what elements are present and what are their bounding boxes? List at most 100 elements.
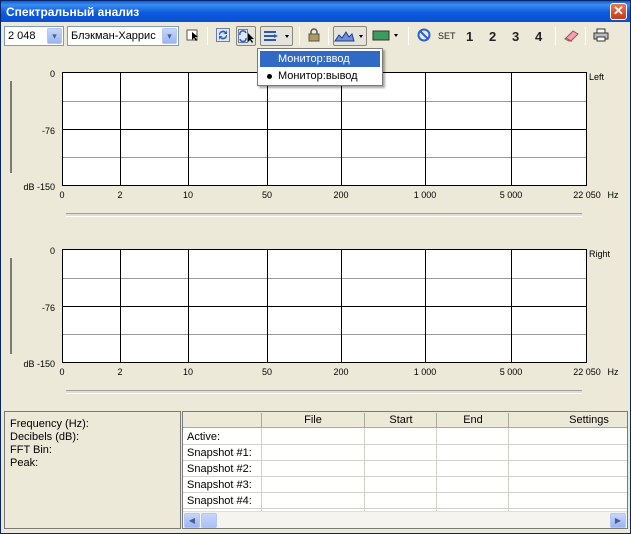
grid-line	[425, 73, 426, 185]
print-button[interactable]	[591, 26, 611, 46]
column-header-file[interactable]: File	[262, 414, 364, 426]
lock-button[interactable]	[304, 26, 324, 46]
grid-line	[267, 73, 268, 185]
monitor-mode-button[interactable]	[236, 26, 256, 46]
x-tick-label: 200	[333, 367, 349, 377]
scroll-thumb[interactable]	[201, 513, 217, 528]
grid-line	[63, 101, 586, 102]
grid-line	[267, 250, 268, 362]
row-label: Active:	[187, 431, 221, 443]
table-row[interactable]: Snapshot #3:	[183, 477, 627, 493]
spectrum-plot[interactable]	[62, 72, 587, 186]
monitor-dropdown-icon	[263, 31, 289, 41]
eraser-button[interactable]	[562, 26, 582, 46]
channel-label: Right	[589, 249, 611, 259]
column-header-end[interactable]: End	[437, 414, 509, 426]
row-label: Snapshot #3:	[187, 479, 252, 491]
snapshot-2-button[interactable]: 2	[489, 29, 496, 44]
column-header-start[interactable]: Start	[365, 414, 437, 426]
fft-size-select[interactable]: 2 048 ▾	[4, 26, 64, 46]
table-row[interactable]: Snapshot #4:	[183, 493, 627, 509]
grid-line	[63, 306, 586, 307]
monitor-source-dropdown[interactable]	[260, 26, 293, 46]
x-tick-label: 50	[261, 190, 273, 200]
x-tick-label: 2	[117, 190, 123, 200]
lock-icon	[308, 28, 320, 42]
horizontal-scrollbar[interactable]: ◀ ▶	[183, 511, 627, 528]
menu-item-monitor-input[interactable]: Монитор:ввод	[260, 51, 380, 67]
y-tick-label: -76	[41, 126, 55, 136]
toolbar-separator	[207, 27, 208, 45]
y-tick-label: 0	[49, 69, 55, 79]
refresh-button[interactable]	[213, 26, 233, 46]
chevron-down-icon[interactable]: ▾	[162, 28, 177, 44]
x-tick-label: 5 000	[499, 190, 523, 200]
select-arrow-button[interactable]	[183, 26, 203, 46]
monitor-source-menu: Монитор:ввод Монитор:вывод	[257, 48, 383, 86]
table-row[interactable]: Snapshot #2:	[183, 461, 627, 477]
column-header-settings[interactable]: Settings	[509, 414, 627, 426]
row-label: Snapshot #2:	[187, 463, 252, 475]
snapshot-1-button[interactable]: 1	[466, 29, 473, 44]
frequency-scroll-track[interactable]	[66, 390, 582, 394]
title-bar[interactable]: Спектральный анализ ✕	[1, 1, 630, 22]
x-tick-label: 1 000	[413, 367, 437, 377]
grid-line	[341, 73, 342, 185]
y-tick-label: dB -150	[23, 182, 55, 192]
fft-bin-label: FFT Bin:	[10, 444, 52, 456]
spectrum-plot[interactable]	[62, 249, 587, 363]
menu-item-label: Монитор:вывод	[278, 70, 358, 82]
grid-line	[63, 129, 586, 130]
spectrum-view-icon	[334, 31, 363, 42]
toolbar-separator	[585, 27, 586, 45]
snapshot-table: File Start End Settings Active: Snapshot…	[182, 411, 628, 529]
refresh-icon	[216, 28, 230, 42]
toolbar: 2 048 ▾ Блэкман-Харрис ▾ SET 1 2 3 4	[1, 23, 630, 49]
print-icon	[593, 28, 609, 42]
radio-bullet-icon	[267, 74, 272, 79]
y-tick-label: 0	[49, 246, 55, 256]
toolbar-separator	[328, 27, 329, 45]
set-snapshot-button[interactable]: SET	[438, 31, 456, 41]
row-label: Snapshot #4:	[187, 495, 252, 507]
decibels-label: Decibels (dB):	[10, 431, 80, 443]
x-tick-label: 22 050	[573, 190, 601, 200]
grid-line	[425, 250, 426, 362]
window-function-select[interactable]: Блэкман-Харрис ▾	[67, 26, 179, 46]
grid-line	[63, 334, 586, 335]
chevron-down-icon[interactable]: ▾	[47, 28, 62, 44]
scroll-left-button[interactable]: ◀	[184, 513, 200, 528]
x-tick-label: 1 000	[413, 190, 437, 200]
color-picker-dropdown[interactable]	[371, 26, 403, 46]
grid-line	[511, 250, 512, 362]
x-tick-label: 2	[117, 367, 123, 377]
snapshot-4-button[interactable]: 4	[535, 29, 542, 44]
grid-line	[120, 250, 121, 362]
window-function-value: Блэкман-Харрис	[71, 30, 156, 42]
cursor-info-panel: Frequency (Hz): Decibels (dB): FFT Bin: …	[4, 411, 181, 529]
table-row[interactable]: Active:	[183, 429, 627, 445]
monitor-mode-icon	[238, 29, 254, 43]
eraser-icon	[564, 30, 579, 42]
x-unit-label: Hz	[607, 190, 619, 200]
close-button[interactable]: ✕	[610, 3, 627, 20]
grid-line	[341, 250, 342, 362]
grid-line	[511, 73, 512, 185]
row-label: Snapshot #1:	[187, 447, 252, 459]
menu-item-monitor-output[interactable]: Монитор:вывод	[260, 68, 380, 84]
table-row[interactable]: Snapshot #1:	[183, 445, 627, 461]
grid-line	[120, 73, 121, 185]
x-tick-label: 10	[182, 367, 194, 377]
scroll-right-button[interactable]: ▶	[610, 513, 626, 528]
grid-line	[188, 250, 189, 362]
snapshot-3-button[interactable]: 3	[512, 29, 519, 44]
grid-line	[63, 278, 586, 279]
grid-line	[63, 157, 586, 158]
spectrum-view-dropdown[interactable]	[333, 26, 367, 46]
color-swatch-icon	[372, 30, 398, 41]
fft-size-value: 2 048	[8, 30, 36, 42]
clear-button[interactable]	[414, 26, 434, 46]
menu-item-label: Монитор:ввод	[278, 53, 350, 65]
x-tick-label: 0	[59, 367, 65, 377]
frequency-scroll-track[interactable]	[66, 213, 582, 217]
